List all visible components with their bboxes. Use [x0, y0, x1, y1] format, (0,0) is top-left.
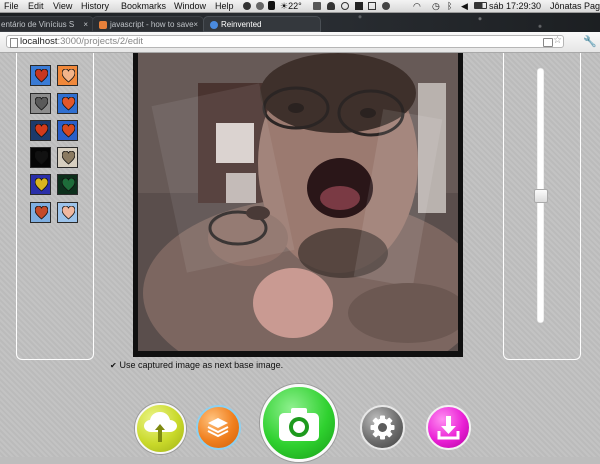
- menu-bookmarks[interactable]: Bookmarks: [121, 0, 166, 12]
- app-favicon-icon: [210, 21, 218, 29]
- upload-cloud-button[interactable]: [135, 403, 186, 454]
- status-dot-icon[interactable]: [382, 2, 390, 10]
- effect-thumbnail[interactable]: [30, 65, 51, 86]
- tab-label: Reinvented: [221, 20, 262, 29]
- page-content: ✔ Use captured image as next base image.: [0, 53, 600, 462]
- heart-icon: [62, 69, 75, 83]
- slider-thumb[interactable]: [534, 189, 548, 203]
- bookmark-star-icon[interactable]: ☆: [553, 35, 562, 47]
- photo-frame: [133, 53, 463, 357]
- effect-thumbnail[interactable]: [57, 174, 78, 195]
- heart-icon: [35, 178, 48, 192]
- menu-window[interactable]: Window: [174, 0, 206, 12]
- effect-thumbnail[interactable]: [30, 120, 51, 141]
- photo-image: [138, 53, 458, 351]
- heart-icon: [35, 97, 48, 111]
- checkbox[interactable]: ✔: [110, 361, 117, 370]
- cloud-upload-icon: [144, 412, 177, 442]
- camera-capture-button[interactable]: [260, 384, 338, 462]
- tab-reinvented[interactable]: Reinvented: [203, 16, 321, 32]
- heart-icon: [35, 124, 48, 138]
- tab-close-icon[interactable]: ×: [83, 17, 88, 31]
- battery-icon[interactable]: [474, 2, 487, 9]
- effect-thumbnail[interactable]: [30, 202, 51, 223]
- settings-button[interactable]: [360, 405, 405, 450]
- effect-thumbnail[interactable]: [57, 202, 78, 223]
- checkbox-label: Use captured image as next base image.: [119, 360, 284, 370]
- status-half-icon[interactable]: [256, 2, 264, 10]
- status-tall-icon[interactable]: [268, 1, 275, 10]
- bluetooth-icon[interactable]: ᛒ: [447, 0, 452, 12]
- captured-photo: [138, 53, 458, 351]
- heart-icon: [62, 97, 75, 111]
- effect-thumbnail[interactable]: [30, 147, 51, 168]
- effect-thumbnail[interactable]: [57, 147, 78, 168]
- download-button[interactable]: [426, 405, 471, 450]
- paw-icon[interactable]: [327, 2, 335, 10]
- menu-bar: File Edit View History Bookmarks Window …: [0, 0, 600, 13]
- heart-icon: [62, 124, 75, 138]
- time-machine-icon[interactable]: ◷: [432, 0, 440, 12]
- effect-thumbnail[interactable]: [30, 174, 51, 195]
- layers-icon: [207, 418, 229, 438]
- slider-panel: [503, 53, 581, 360]
- heart-icon: [62, 178, 75, 192]
- download-icon: [437, 416, 460, 440]
- url-path: :3000/projects/2/edit: [57, 36, 144, 47]
- status-circle-icon[interactable]: [243, 2, 251, 10]
- heart-icon: [35, 206, 48, 220]
- stackoverflow-favicon-icon: [99, 21, 107, 29]
- tab-label: entário de Vinícius S: [1, 20, 75, 29]
- status-dark-icon[interactable]: [355, 2, 363, 10]
- status-ring-icon[interactable]: [341, 2, 349, 10]
- base-image-option[interactable]: ✔ Use captured image as next base image.: [110, 360, 283, 370]
- menu-history[interactable]: History: [81, 0, 109, 12]
- menu-view[interactable]: View: [53, 0, 72, 12]
- tab-label: javascript - how to save: [110, 20, 194, 29]
- heart-icon: [35, 69, 48, 83]
- effect-thumbnail[interactable]: [30, 93, 51, 114]
- volume-icon[interactable]: ◀: [461, 0, 468, 12]
- effect-thumbnail[interactable]: [57, 120, 78, 141]
- menu-file[interactable]: File: [4, 0, 19, 12]
- heart-icon: [35, 151, 48, 165]
- effects-panel: [16, 53, 94, 360]
- heart-icon: [62, 151, 75, 165]
- layers-button[interactable]: [196, 405, 241, 450]
- url-input[interactable]: localhost:3000/projects/2/edit ☆: [6, 35, 564, 48]
- wrench-icon[interactable]: 🔧: [583, 35, 597, 48]
- status-square-icon[interactable]: [368, 2, 376, 10]
- sun-icon: ☀: [280, 1, 289, 11]
- address-bar: localhost:3000/projects/2/edit ☆ 🔧: [0, 32, 600, 53]
- tab-comment[interactable]: entário de Vinícius S ×: [0, 16, 94, 32]
- gear-icon: [370, 415, 395, 440]
- effect-thumbnail[interactable]: [57, 65, 78, 86]
- menu-clock[interactable]: sáb 17:29:30: [489, 0, 541, 12]
- url-host: localhost: [20, 36, 58, 47]
- weather-temperature[interactable]: ☀22°: [280, 0, 302, 12]
- menu-edit[interactable]: Edit: [28, 0, 44, 12]
- page-action-icon[interactable]: [543, 38, 553, 47]
- wifi-icon[interactable]: ◠: [413, 0, 421, 12]
- tab-strip: entário de Vinícius S × javascript - how…: [0, 13, 600, 32]
- effect-thumbnail[interactable]: [57, 93, 78, 114]
- camera-icon: [279, 408, 319, 441]
- menu-help[interactable]: Help: [215, 0, 234, 12]
- tab-close-icon[interactable]: ×: [193, 17, 198, 31]
- heart-icon: [62, 206, 75, 220]
- temperature-label: 22°: [288, 1, 302, 11]
- menu-user[interactable]: Jônatas Paga: [550, 0, 600, 12]
- tab-javascript[interactable]: javascript - how to save ×: [92, 16, 204, 32]
- page-icon: [10, 38, 18, 48]
- status-app-icon[interactable]: [313, 2, 321, 10]
